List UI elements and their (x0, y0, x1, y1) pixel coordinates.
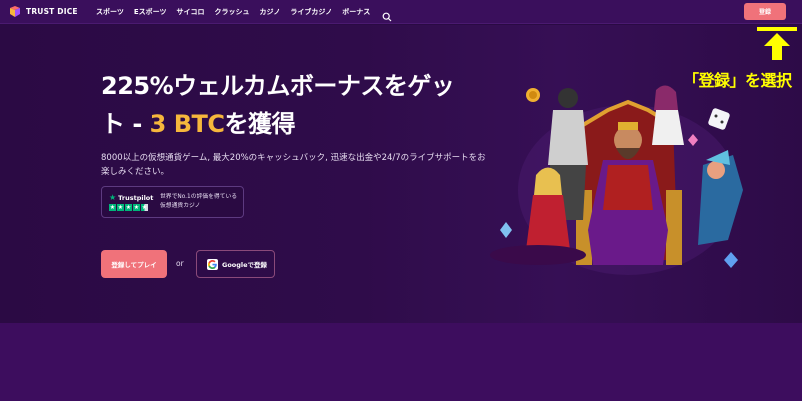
star-icon: ★ (125, 203, 132, 211)
register-button[interactable]: 登録 (744, 3, 786, 20)
half-star-icon: ★ (141, 203, 148, 211)
bottom-section (0, 323, 802, 401)
hero-title-prefix: ト - (101, 110, 150, 138)
google-register-button[interactable]: Googleで登録 (196, 250, 275, 278)
nav-bonus[interactable]: ボーナス (342, 7, 370, 17)
nav-live-casino[interactable]: ライブカジノ (290, 7, 332, 17)
rating-stars: ★ ★ ★ ★ ★ (109, 203, 154, 211)
arrow-up-icon (757, 27, 797, 61)
trustpilot-brand: ★ Trustpilot (109, 192, 154, 202)
trustpilot-star-icon: ★ (109, 192, 117, 202)
search-icon[interactable] (382, 7, 392, 21)
hero-title-suffix: を獲得 (224, 110, 296, 138)
logo-text: TRUST DICE (26, 7, 78, 16)
casino-characters-image (490, 85, 743, 275)
hero-illustration (488, 70, 748, 280)
star-icon: ★ (109, 203, 116, 211)
trustpilot-text: 世界でNo.1の評価を得ている仮想通貨カジノ (160, 194, 238, 209)
or-separator: or (176, 259, 184, 268)
trustpilot-badge[interactable]: ★ Trustpilot ★ ★ ★ ★ ★ 世界でNo.1の評価を得ている仮想… (101, 186, 244, 218)
main-nav: スポーツ Eスポーツ サイコロ クラッシュ カジノ ライブカジノ ボーナス (96, 7, 392, 21)
hero-title: 225%ウェルカムボーナスをゲッ ト - 3 BTCを獲得 (101, 67, 461, 143)
google-register-label: Googleで登録 (222, 261, 268, 269)
star-icon: ★ (133, 203, 140, 211)
top-navigation-bar: TRUST DICE スポーツ Eスポーツ サイコロ クラッシュ カジノ ライブ… (0, 0, 802, 24)
dice-logo-icon (8, 5, 22, 18)
nav-casino[interactable]: カジノ (260, 7, 281, 17)
logo[interactable]: TRUST DICE (8, 5, 90, 18)
hero-description: 8000以上の仮想通貨ゲーム, 最大20%のキャッシュバック, 迅速な出金や24… (101, 153, 486, 177)
register-and-play-button[interactable]: 登録してプレイ (101, 250, 167, 278)
nav-crash[interactable]: クラッシュ (215, 7, 250, 17)
nav-esports[interactable]: Eスポーツ (134, 7, 167, 17)
star-icon: ★ (117, 203, 124, 211)
hero-title-accent: 3 BTC (149, 110, 225, 138)
nav-dice[interactable]: サイコロ (177, 7, 205, 17)
nav-sports[interactable]: スポーツ (96, 7, 124, 17)
trustpilot-brand-text: Trustpilot (118, 193, 154, 202)
annotation-label: 「登録」を選択 (683, 71, 792, 90)
trustpilot-logo: ★ Trustpilot ★ ★ ★ ★ ★ (109, 192, 154, 211)
hero-title-line2: ト - 3 BTCを獲得 (101, 105, 461, 143)
google-icon (207, 258, 218, 270)
hero-title-line1: 225%ウェルカムボーナスをゲッ (101, 72, 455, 100)
